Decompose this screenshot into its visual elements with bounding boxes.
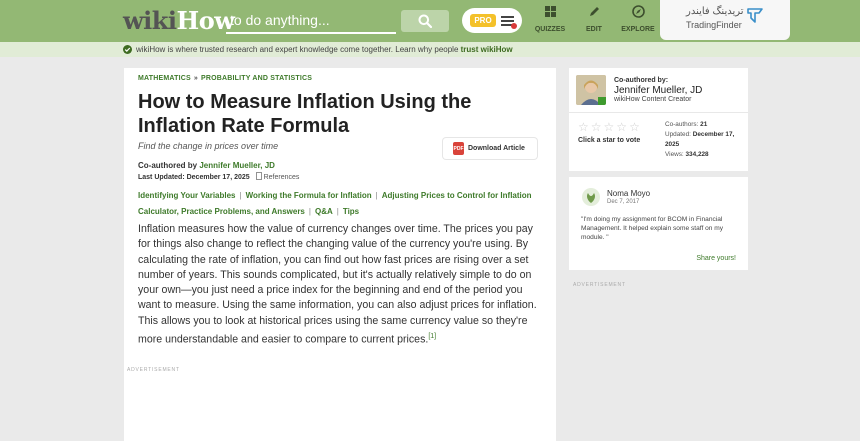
toc-separator: | <box>308 207 311 216</box>
document-icon <box>255 172 262 180</box>
breadcrumb-separator: » <box>193 75 198 82</box>
references-link[interactable]: References <box>255 172 300 181</box>
nav-quizzes-label: QUIZZES <box>534 26 566 33</box>
avatar[interactable] <box>576 75 606 105</box>
toc-item[interactable]: Tips <box>343 207 359 216</box>
menu-icon <box>500 15 517 29</box>
compass-icon <box>631 5 645 18</box>
author-card: Co-authored by: Jennifer Mueller, JD wik… <box>569 68 748 171</box>
coauthored-prefix: Co-authored by <box>138 161 198 170</box>
nav-quizzes[interactable]: QUIZZES <box>530 5 570 33</box>
star-icon[interactable]: ☆ <box>604 121 615 133</box>
search-button[interactable] <box>401 10 449 32</box>
last-updated-text: Last Updated: December 17, 2025 <box>138 174 250 181</box>
references-label: References <box>263 174 300 181</box>
breadcrumb-probability[interactable]: PROBABILITY AND STATISTICS <box>201 75 312 82</box>
breadcrumb: MATHEMATICS» PROBABILITY AND STATISTICS <box>138 75 312 82</box>
review-date: Dec 7, 2017 <box>607 199 640 205</box>
toc-item[interactable]: Working the Formula for Inflation <box>246 191 372 200</box>
tradingfinder-en-text: TradingFinder <box>686 20 742 30</box>
views-stat: Views: 334,228 <box>665 150 748 160</box>
share-yours-link[interactable]: Share yours! <box>696 255 736 262</box>
download-article-label: Download Article <box>468 145 525 152</box>
views-value: 334,228 <box>685 151 709 158</box>
toc-separator: | <box>375 191 378 200</box>
divider <box>569 112 748 113</box>
coauthored-by-label: Co-authored by: <box>614 77 669 84</box>
tradingfinder-fa-text: تریدینگ فایندر <box>686 6 744 17</box>
star-icon[interactable]: ☆ <box>629 121 640 133</box>
breadcrumb-mathematics[interactable]: MATHEMATICS <box>138 75 191 82</box>
article-intro: Inflation measures how the value of curr… <box>138 222 544 348</box>
vote-label: Click a star to vote <box>578 137 641 144</box>
quiz-icon <box>544 6 556 17</box>
author-name[interactable]: Jennifer Mueller, JD <box>614 85 702 96</box>
coauthor-link[interactable]: Jennifer Mueller, JD <box>199 161 275 170</box>
toc-item[interactable]: Q&A <box>315 207 333 216</box>
nav-explore[interactable]: EXPLORE <box>618 5 658 33</box>
star-icon[interactable]: ☆ <box>578 121 589 133</box>
advertisement-label: ADVERTISEMENT <box>127 367 180 373</box>
pdf-icon: PDF <box>453 142 464 155</box>
coauthored-line: Co-authored by Jennifer Mueller, JD <box>138 161 275 170</box>
updated-label: Updated: <box>665 131 691 138</box>
reviewer-name: Noma Moyo <box>607 189 651 198</box>
reader-review-card: Noma Moyo Dec 7, 2017 "I'm doing my assi… <box>569 177 748 270</box>
pro-badge: PRO <box>470 14 496 27</box>
check-circle-icon <box>123 45 132 54</box>
logo-wiki: wiki <box>123 6 177 35</box>
star-icon[interactable]: ☆ <box>616 121 627 133</box>
coauthors-value: 21 <box>700 121 708 128</box>
article-subtitle: Find the change in prices over time <box>138 141 279 151</box>
toc-item[interactable]: Calculator, Practice Problems, and Answe… <box>138 207 305 216</box>
nav-edit[interactable]: EDIT <box>574 5 614 33</box>
updated-stat: Updated: December 17, 2025 <box>665 130 748 150</box>
table-of-contents: Identifying Your Variables | Working the F… <box>138 188 538 220</box>
review-text: "I'm doing my assignment for BCOM in Fin… <box>581 216 724 241</box>
coauthors-label: Co-authors: <box>665 121 699 128</box>
download-article-button[interactable]: PDF Download Article <box>443 138 537 159</box>
tradingfinder-watermark: تریدینگ فایندر TradingFinder <box>660 0 790 40</box>
search-input[interactable] <box>226 8 396 34</box>
site-header: wikiHow PRO QUIZZES EDIT EXPLORE <box>0 0 860 42</box>
trust-wikihow-link[interactable]: trust wikiHow <box>461 45 513 54</box>
last-updated: Last Updated: December 17, 2025 Referenc… <box>138 172 299 181</box>
star-icon[interactable]: ☆ <box>591 121 602 133</box>
trust-banner: wikiHow is where trusted research and ex… <box>0 42 860 57</box>
toc-separator: | <box>239 191 242 200</box>
views-label: Views: <box>665 151 684 158</box>
nav-explore-label: EXPLORE <box>621 26 655 33</box>
article-card: MATHEMATICS» PROBABILITY AND STATISTICS H… <box>124 68 556 441</box>
coauthors-stat: Co-authors: 21 <box>665 120 748 130</box>
article-intro-text: Inflation measures how the value of curr… <box>138 223 537 346</box>
banner-text-main: wikiHow is where trusted research and ex… <box>136 45 459 54</box>
sidebar-advertisement-label: ADVERTISEMENT <box>573 282 626 288</box>
author-photo-icon <box>576 75 606 105</box>
nav-edit-label: EDIT <box>586 26 602 33</box>
toc-item[interactable]: Adjusting Prices to Control for Inflatio… <box>382 191 532 200</box>
pro-menu-button[interactable]: PRO <box>462 8 522 33</box>
toc-item[interactable]: Identifying Your Variables <box>138 191 236 200</box>
pencil-icon <box>589 7 599 16</box>
toc-separator: | <box>336 207 339 216</box>
search-icon <box>418 14 432 28</box>
banner-text: wikiHow is where trusted research and ex… <box>136 45 513 54</box>
author-role: wikiHow Content Creator <box>614 96 692 103</box>
star-rating: ☆ ☆ ☆ ☆ ☆ <box>578 121 640 133</box>
article-stats: Co-authors: 21 Updated: December 17, 202… <box>665 120 748 160</box>
reviewer-avatar-icon <box>582 188 600 206</box>
page-title: How to Measure Inflation Using the Infla… <box>138 91 472 137</box>
tradingfinder-logo-icon <box>747 8 763 23</box>
wikihow-logo[interactable]: wikiHow <box>123 6 235 35</box>
footnote-link[interactable]: [1] <box>428 333 436 340</box>
